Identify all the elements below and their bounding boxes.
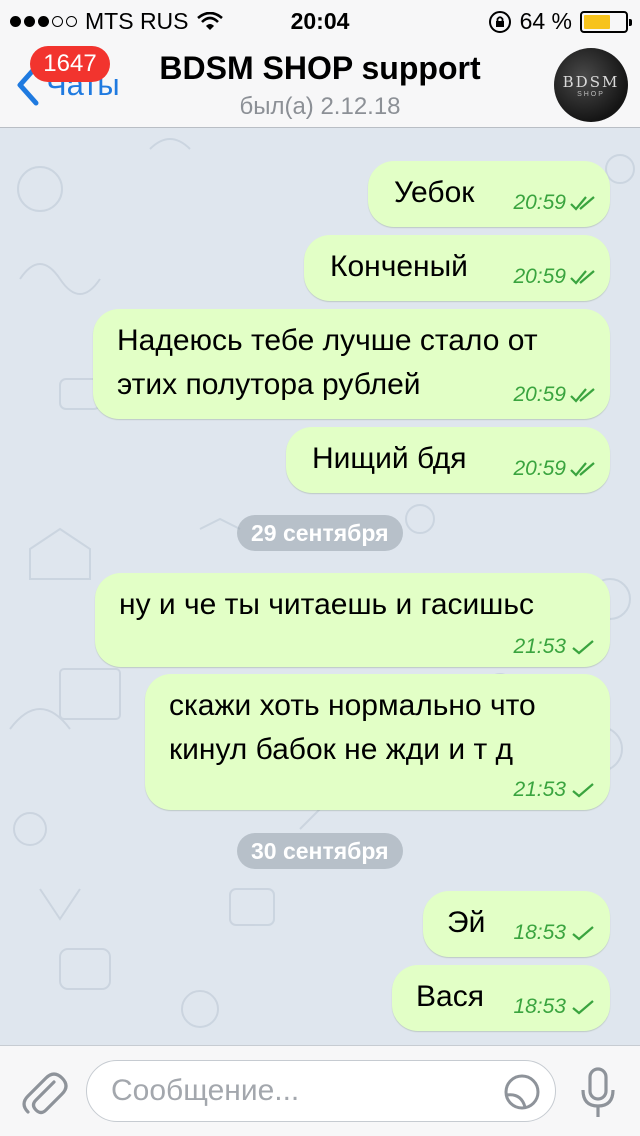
message-time: 21:53	[513, 778, 566, 801]
message-meta: 20:59	[513, 265, 596, 289]
input-bar	[0, 1045, 640, 1136]
navigation-bar: Чаты 1647 BDSM SHOP support был(а) 2.12.…	[0, 40, 640, 128]
check-icon	[572, 1000, 594, 1015]
chat-title: BDSM SHOP support	[159, 50, 481, 86]
double-check-icon	[570, 270, 595, 285]
paperclip-icon[interactable]	[18, 1068, 68, 1118]
message-bubble[interactable]: Надеюсь тебе лучше стало от этих полутора…	[93, 309, 610, 419]
message-list[interactable]: Уебок 20:59 Конченый 20:59 Надеюсь тебе лучш…	[0, 129, 640, 1045]
chat-header[interactable]: BDSM SHOP support был(а) 2.12.18	[140, 50, 500, 121]
message-meta: 21:53	[513, 635, 596, 659]
microphone-icon[interactable]	[578, 1066, 618, 1120]
double-check-icon	[570, 462, 595, 477]
message-text: Нищий бдя	[312, 442, 467, 475]
battery-fill	[584, 14, 610, 29]
message-text: этих полутора рублей	[117, 368, 421, 401]
last-seen-status: был(а) 2.12.18	[239, 93, 401, 120]
message-time: 20:59	[513, 265, 566, 288]
message-text: Надеюсь тебе лучше стало от	[117, 324, 538, 357]
message-bubble[interactable]: Конченый 20:59	[304, 235, 610, 301]
status-right: 64 %	[488, 8, 632, 35]
double-check-icon	[570, 196, 595, 211]
message-meta: 20:59	[513, 191, 596, 215]
message-meta: 18:53	[513, 921, 596, 945]
avatar-logo-text: BDSM	[562, 72, 620, 91]
double-check-icon	[570, 388, 595, 403]
avatar[interactable]: BDSM SHOP	[554, 48, 628, 122]
message-input[interactable]	[111, 1071, 491, 1111]
message-bubble[interactable]: Вася 18:53	[392, 965, 610, 1031]
message-bubble[interactable]: ну и че ты читаешь и гасишьс 21:53	[95, 573, 610, 667]
message-text: Конченый	[330, 250, 468, 283]
message-text: скажи хоть нормально что	[169, 689, 536, 722]
message-field[interactable]	[86, 1060, 556, 1122]
battery-percent: 64 %	[519, 8, 572, 34]
message-time: 20:59	[513, 383, 566, 406]
message-meta: 18:53	[513, 995, 596, 1019]
message-text: Вася	[416, 980, 484, 1013]
message-text: Уебок	[394, 176, 475, 209]
avatar-logo-subtext: SHOP	[577, 90, 605, 98]
message-time: 18:53	[513, 921, 566, 944]
message-meta: 20:59	[513, 383, 596, 407]
check-icon	[572, 640, 594, 655]
date-separator: 30 сентября	[237, 833, 403, 869]
check-icon	[572, 783, 594, 798]
message-meta: 20:59	[513, 457, 596, 481]
message-bubble[interactable]: Нищий бдя 20:59	[286, 427, 610, 493]
battery-icon	[580, 10, 632, 33]
message-text: ну и че ты читаешь и гасишьс	[119, 588, 534, 621]
message-time: 21:53	[513, 635, 566, 658]
date-separator: 29 сентября	[237, 515, 403, 551]
message-time: 20:59	[513, 191, 566, 214]
message-text: кинул бабок не жди и т д	[169, 733, 514, 766]
sticker-icon[interactable]	[503, 1073, 541, 1111]
message-bubble[interactable]: Эй 18:53	[423, 891, 610, 957]
rotation-lock-icon	[488, 10, 511, 33]
message-bubble[interactable]: Уебок 20:59	[368, 161, 610, 227]
check-icon	[572, 926, 594, 941]
message-meta: 21:53	[513, 778, 596, 802]
message-time: 18:53	[513, 995, 566, 1018]
message-text: Эй	[447, 906, 486, 939]
message-bubble[interactable]: скажи хоть нормально что кинул бабок не ж…	[145, 674, 610, 810]
message-time: 20:59	[513, 457, 566, 480]
unread-badge: 1647	[30, 46, 110, 82]
status-bar: MTS RUS 20:04 64 %	[0, 0, 640, 40]
